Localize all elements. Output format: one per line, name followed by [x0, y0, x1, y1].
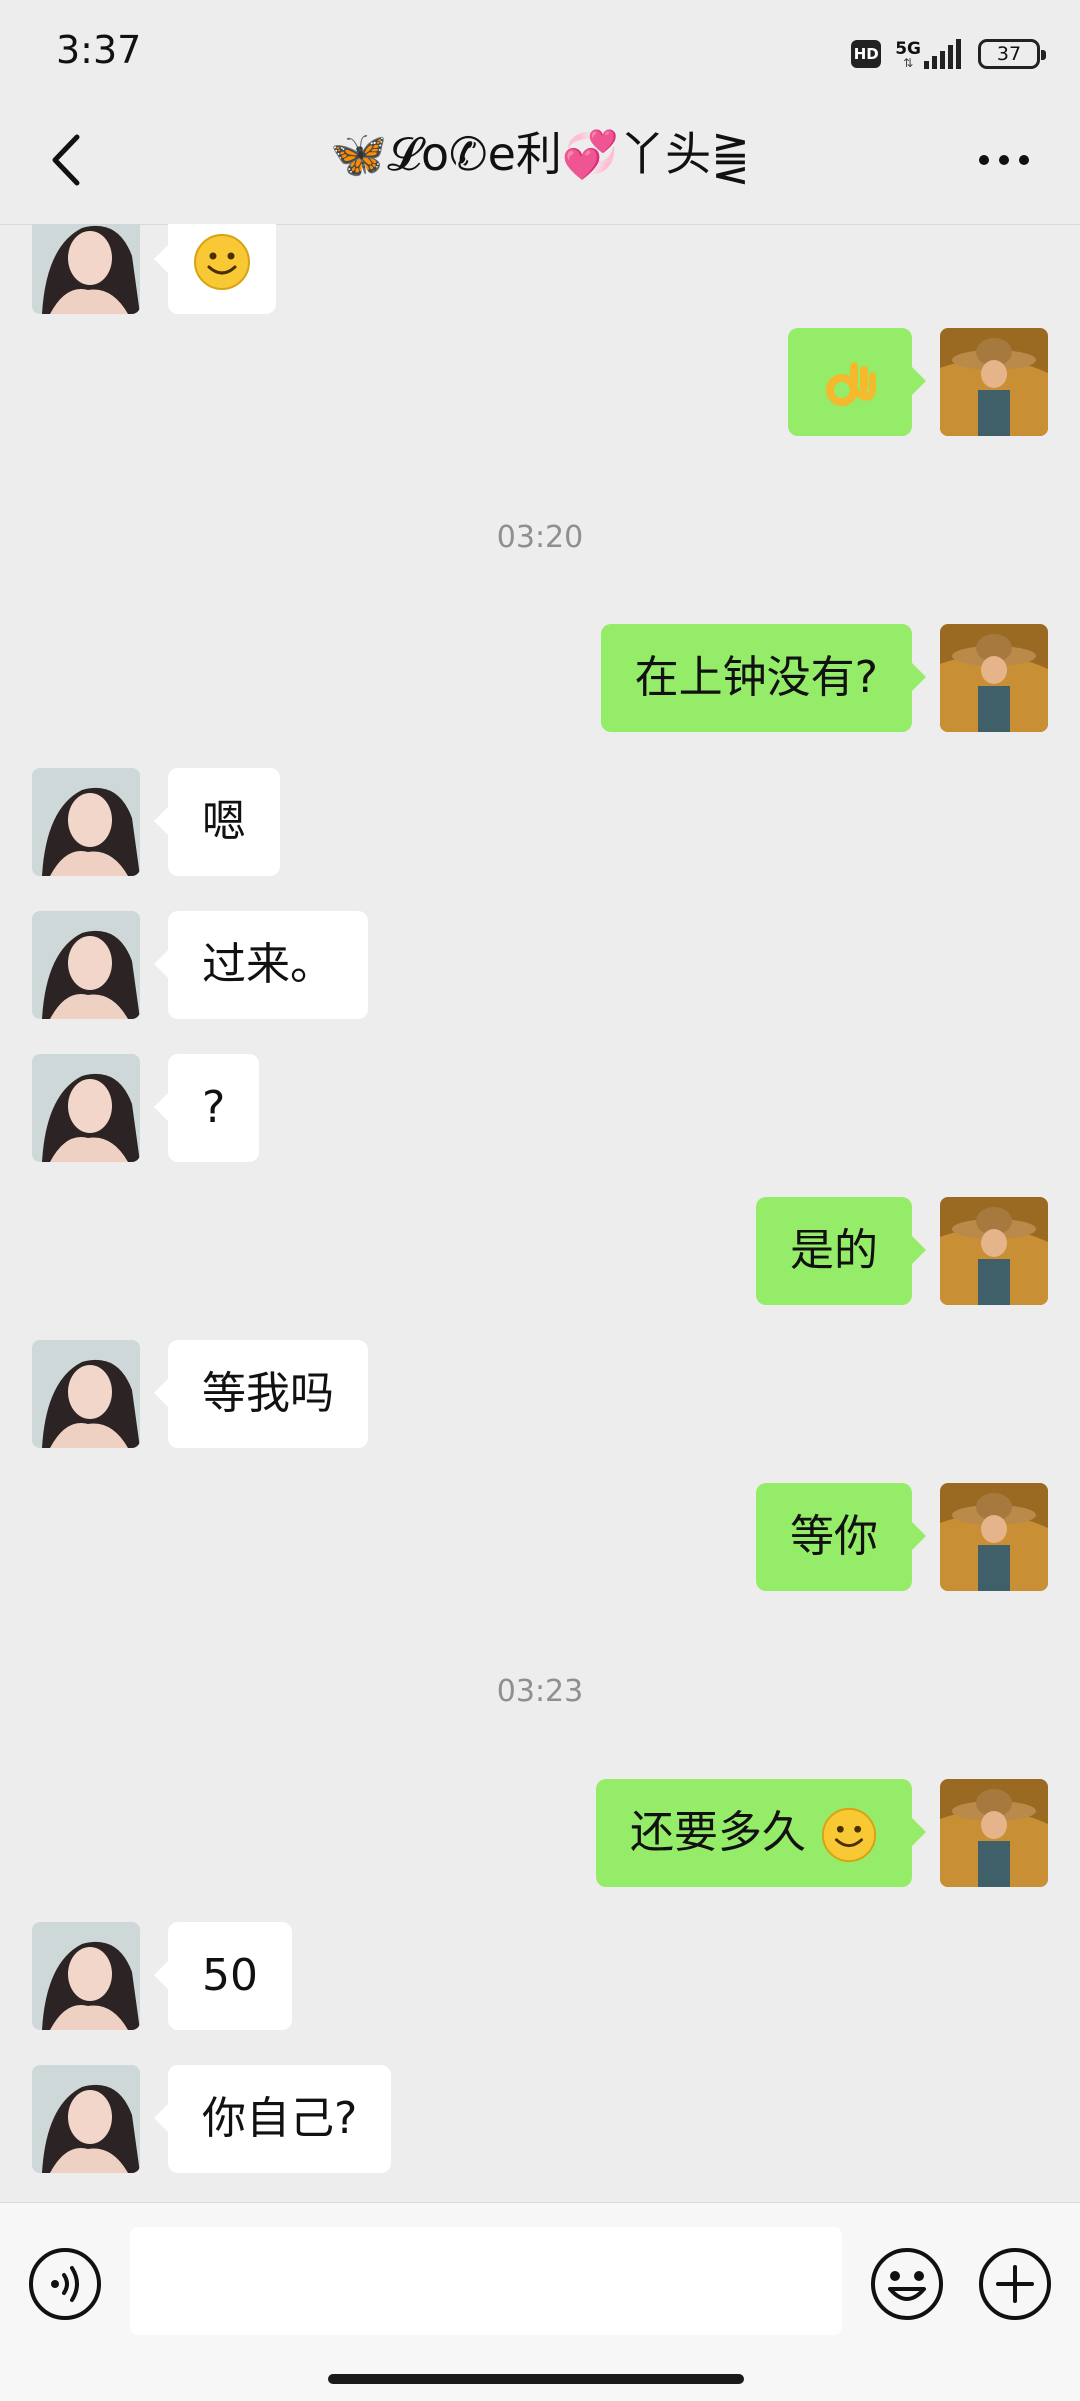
emoji-button[interactable] [870, 2247, 944, 2321]
signal-indicator: 5G ⇅ [895, 39, 964, 69]
smiley-face-icon [871, 2248, 943, 2320]
outgoing-message-bubble[interactable]: 是的 [756, 1197, 926, 1305]
my-avatar[interactable] [940, 1197, 1048, 1305]
contact-avatar-image [32, 2065, 140, 2173]
battery-icon: 37 [978, 39, 1046, 69]
back-button[interactable] [36, 130, 96, 190]
contact-avatar[interactable] [32, 911, 140, 1019]
my-avatar-image [940, 624, 1048, 732]
incoming-message-bubble[interactable]: 你自己? [153, 2065, 392, 2173]
battery-level: 37 [996, 43, 1022, 65]
contact-avatar[interactable] [32, 224, 140, 314]
my-avatar[interactable] [940, 328, 1048, 436]
contact-avatar[interactable] [32, 1340, 140, 1448]
contact-avatar-image [32, 911, 140, 1019]
message-text: 还要多久 [630, 1807, 806, 1858]
data-arrows-icon: ⇅ [903, 56, 914, 70]
more-functions-button[interactable] [978, 2247, 1052, 2321]
contact-avatar[interactable] [32, 1054, 140, 1162]
contact-avatar[interactable] [32, 2065, 140, 2173]
contact-avatar[interactable] [32, 1922, 140, 2030]
my-avatar-image [940, 1197, 1048, 1305]
message-input[interactable] [130, 2227, 842, 2335]
status-icons: HD 5G ⇅ 37 [851, 30, 1046, 78]
chat-title[interactable]: 🦋𝓛օ✆e利💞丫头⪌ [180, 118, 900, 184]
outgoing-message-bubble[interactable]: 还要多久 [596, 1779, 926, 1887]
incoming-message-bubble[interactable] [154, 224, 276, 314]
hd-badge: HD [851, 40, 882, 68]
more-dots-icon [979, 155, 1029, 165]
contact-avatar-image [32, 1922, 140, 2030]
signal-bars-icon [924, 39, 961, 69]
incoming-message-bubble[interactable]: 等我吗 [154, 1340, 368, 1448]
voice-button[interactable] [28, 2247, 102, 2321]
smile-emoji-icon [820, 1806, 878, 1864]
timestamp: 03:23 [496, 1674, 584, 1709]
status-time: 3:37 [56, 28, 142, 72]
incoming-message-bubble[interactable]: 过来。 [154, 911, 368, 1019]
contact-avatar[interactable] [32, 768, 140, 876]
my-avatar[interactable] [940, 1483, 1048, 1591]
outgoing-message-bubble[interactable]: 等你 [756, 1483, 926, 1591]
network-type: 5G [895, 39, 921, 59]
my-avatar-image [940, 1779, 1048, 1887]
status-bar: 3:37 HD 5G ⇅ 37 [0, 0, 1080, 100]
ok-hand-emoji-icon [820, 354, 880, 414]
outgoing-message-bubble[interactable] [788, 328, 926, 436]
plus-icon [979, 2248, 1051, 2320]
my-avatar[interactable] [940, 1779, 1048, 1887]
outgoing-message-bubble[interactable]: 在上钟没有? [600, 624, 927, 732]
my-avatar-image [940, 1483, 1048, 1591]
contact-avatar-image [32, 1054, 140, 1162]
home-indicator[interactable] [328, 2374, 744, 2384]
voice-icon [29, 2248, 101, 2320]
incoming-message-bubble[interactable]: ? [153, 1054, 260, 1162]
contact-avatar-image [32, 224, 140, 314]
contact-avatar-image [32, 1340, 140, 1448]
chat-header: 🦋𝓛օ✆e利💞丫头⪌ [0, 100, 1080, 225]
input-bar [0, 2202, 1080, 2401]
incoming-message-bubble[interactable]: 50 [154, 1922, 292, 2030]
contact-avatar-image [32, 768, 140, 876]
chevron-left-icon [52, 134, 80, 186]
message-list[interactable]: 03:20 在上钟没有? 嗯 过来。 ? 是的 等我吗 等你 03:23 还要多… [0, 224, 1080, 2202]
more-button[interactable] [968, 136, 1040, 184]
my-avatar[interactable] [940, 624, 1048, 732]
incoming-message-bubble[interactable]: 嗯 [154, 768, 280, 876]
smile-emoji-icon [192, 232, 252, 292]
timestamp: 03:20 [496, 520, 584, 555]
my-avatar-image [940, 328, 1048, 436]
